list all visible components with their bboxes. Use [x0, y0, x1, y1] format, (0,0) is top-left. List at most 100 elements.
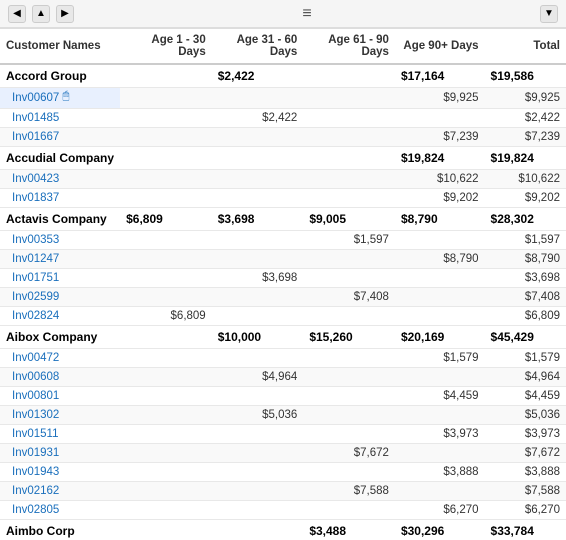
row-invoice-name[interactable]: Inv01931 — [0, 444, 120, 463]
row-invoice-name[interactable]: Inv02599 — [0, 288, 120, 307]
row-invoice-name[interactable]: Inv00608 — [0, 368, 120, 387]
group-total: $45,429 — [485, 326, 566, 349]
row-age31-60 — [212, 170, 304, 189]
row-invoice-name[interactable]: Inv02805 — [0, 501, 120, 520]
row-age61-90 — [303, 349, 395, 368]
group-name: Accudial Company — [0, 147, 120, 170]
group-total: $28,302 — [485, 208, 566, 231]
row-age31-60 — [212, 482, 304, 501]
row-age90plus — [395, 307, 485, 326]
group-age31-60 — [212, 147, 304, 170]
table-row: Inv02824 $6,809 $6,809 — [0, 307, 566, 326]
aging-report-table: Customer Names Age 1 - 30 Days Age 31 - … — [0, 28, 566, 540]
table-row: Inv00353 $1,597 $1,597 — [0, 231, 566, 250]
group-header-row: Aibox Company $10,000 $15,260 $20,169 $4… — [0, 326, 566, 349]
row-invoice-name[interactable]: Inv00472 — [0, 349, 120, 368]
row-invoice-name[interactable]: Inv01943 — [0, 463, 120, 482]
row-age1-30 — [120, 109, 212, 128]
row-age1-30 — [120, 387, 212, 406]
row-invoice-name[interactable]: Inv01247 — [0, 250, 120, 269]
row-age31-60: $3,698 — [212, 269, 304, 288]
row-total: $3,698 — [485, 269, 566, 288]
row-age61-90 — [303, 501, 395, 520]
row-total: $6,809 — [485, 307, 566, 326]
row-invoice-name[interactable]: Inv01837 — [0, 189, 120, 208]
table-row: Inv02805 $6,270 $6,270 — [0, 501, 566, 520]
row-total: $1,579 — [485, 349, 566, 368]
row-invoice-name[interactable]: Inv02824 — [0, 307, 120, 326]
row-age90plus — [395, 482, 485, 501]
row-invoice-name[interactable]: Inv01667 — [0, 128, 120, 147]
row-age90plus — [395, 288, 485, 307]
table-row: Inv01943 $3,888 $3,888 — [0, 463, 566, 482]
group-name: Aimbo Corp — [0, 520, 120, 540]
group-age1-30 — [120, 326, 212, 349]
row-invoice-name[interactable]: Inv01302 — [0, 406, 120, 425]
nav-back-button[interactable]: ◀ — [8, 5, 26, 23]
table-row: Inv00607 🖱 $9,925 $9,925 — [0, 88, 566, 109]
hamburger-menu-icon[interactable]: ≡ — [302, 5, 311, 23]
row-age90plus — [395, 269, 485, 288]
row-age61-90 — [303, 189, 395, 208]
row-total: $6,270 — [485, 501, 566, 520]
row-age90plus: $7,239 — [395, 128, 485, 147]
row-age90plus: $4,459 — [395, 387, 485, 406]
table-row: Inv01931 $7,672 $7,672 — [0, 444, 566, 463]
table-row: Inv01302 $5,036 $5,036 — [0, 406, 566, 425]
group-header-row: Actavis Company $6,809 $3,698 $9,005 $8,… — [0, 208, 566, 231]
row-invoice-name[interactable]: Inv00801 — [0, 387, 120, 406]
row-age1-30 — [120, 482, 212, 501]
row-age61-90 — [303, 307, 395, 326]
row-age61-90 — [303, 269, 395, 288]
group-age90plus: $30,296 — [395, 520, 485, 540]
group-total: $19,586 — [485, 64, 566, 88]
row-age61-90 — [303, 368, 395, 387]
row-age1-30 — [120, 406, 212, 425]
row-age61-90 — [303, 425, 395, 444]
table-row: Inv00423 $10,622 $10,622 — [0, 170, 566, 189]
table-row: Inv01485 $2,422 $2,422 — [0, 109, 566, 128]
row-age1-30 — [120, 463, 212, 482]
table-row: Inv01837 $9,202 $9,202 — [0, 189, 566, 208]
row-age1-30 — [120, 170, 212, 189]
row-total: $10,622 — [485, 170, 566, 189]
group-age1-30: $6,809 — [120, 208, 212, 231]
row-age31-60 — [212, 189, 304, 208]
nav-up-button[interactable]: ▲ — [32, 5, 50, 23]
row-invoice-name[interactable]: Inv00423 — [0, 170, 120, 189]
row-age61-90 — [303, 170, 395, 189]
group-age31-60: $3,698 — [212, 208, 304, 231]
row-age1-30: $6,809 — [120, 307, 212, 326]
row-age1-30 — [120, 88, 212, 109]
row-invoice-name[interactable]: Inv01485 — [0, 109, 120, 128]
row-age31-60 — [212, 463, 304, 482]
row-total: $7,239 — [485, 128, 566, 147]
nav-forward-button[interactable]: ▶ — [56, 5, 74, 23]
row-age31-60: $4,964 — [212, 368, 304, 387]
scroll-down-button[interactable]: ▼ — [540, 5, 558, 23]
row-age31-60 — [212, 128, 304, 147]
row-invoice-name[interactable]: Inv01511 — [0, 425, 120, 444]
table-row: Inv02599 $7,408 $7,408 — [0, 288, 566, 307]
row-age31-60 — [212, 349, 304, 368]
header-customer-names: Customer Names — [0, 29, 120, 65]
row-invoice-name[interactable]: Inv00607 🖱 — [0, 88, 120, 109]
group-age31-60 — [212, 520, 304, 540]
row-total: $3,973 — [485, 425, 566, 444]
row-age1-30 — [120, 425, 212, 444]
row-age1-30 — [120, 288, 212, 307]
group-name: Actavis Company — [0, 208, 120, 231]
group-age61-90: $3,488 — [303, 520, 395, 540]
top-bar: ◀ ▲ ▶ ≡ ▼ — [0, 0, 566, 28]
row-invoice-name[interactable]: Inv00353 — [0, 231, 120, 250]
row-age61-90 — [303, 109, 395, 128]
row-age90plus: $3,888 — [395, 463, 485, 482]
row-total: $1,597 — [485, 231, 566, 250]
row-invoice-name[interactable]: Inv02162 — [0, 482, 120, 501]
group-age90plus: $20,169 — [395, 326, 485, 349]
row-age31-60: $2,422 — [212, 109, 304, 128]
row-age61-90 — [303, 463, 395, 482]
group-name: Accord Group — [0, 64, 120, 88]
row-age90plus: $10,622 — [395, 170, 485, 189]
row-invoice-name[interactable]: Inv01751 — [0, 269, 120, 288]
